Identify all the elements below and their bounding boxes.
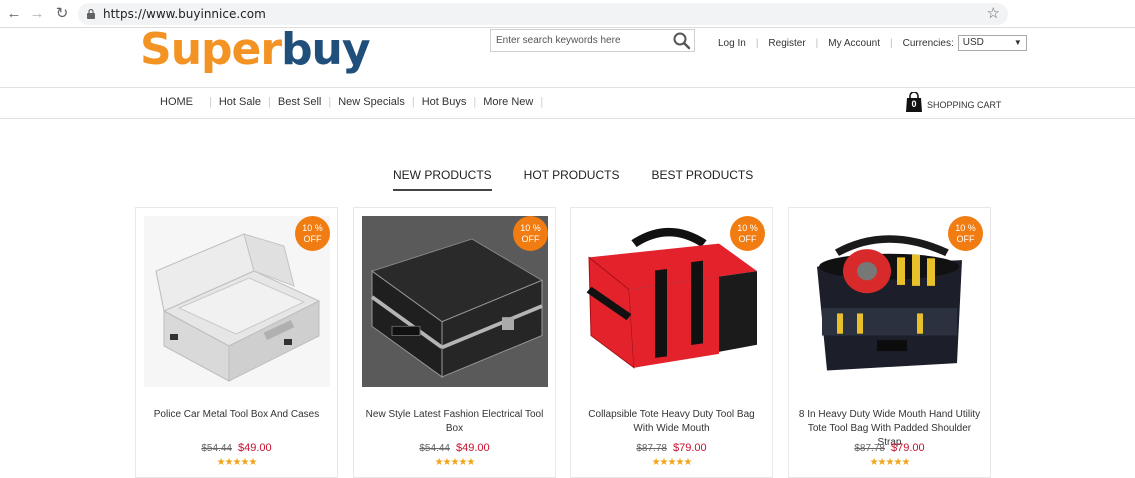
- dropdown-arrow-icon: ▼: [1013, 38, 1022, 47]
- divider: |: [209, 96, 212, 108]
- address-bar[interactable]: https://www.buyinnice.com ☆: [78, 3, 1008, 25]
- register-link[interactable]: Register: [768, 38, 805, 49]
- rating-stars: ★★★★★: [434, 457, 476, 468]
- nav-item-more-new[interactable]: More New: [483, 96, 533, 108]
- url-text: https://www.buyinnice.com: [103, 7, 266, 21]
- sale-price: $49.00: [455, 442, 490, 454]
- badge-off: OFF: [738, 234, 757, 244]
- currency-value: USD: [962, 37, 984, 48]
- forward-arrow-icon[interactable]: →: [27, 4, 47, 24]
- price-row: $87.78 $79.00: [571, 442, 772, 454]
- logo-text-super: Super: [140, 24, 282, 75]
- currency-select[interactable]: USD ▼: [957, 35, 1027, 51]
- search-input[interactable]: [491, 30, 666, 51]
- badge-percent: 10 %: [302, 223, 323, 233]
- divider: |: [540, 96, 544, 108]
- nav-item-best-sell[interactable]: Best Sell: [278, 96, 321, 108]
- product-card: 10 % OFF New Style Latest Fashion Electr…: [353, 207, 556, 478]
- product-card: 10 % OFF Collapsible Tote Heavy Duty Too…: [570, 207, 773, 478]
- reload-icon[interactable]: ↻: [52, 4, 72, 24]
- discount-badge: 10 % OFF: [730, 216, 765, 251]
- badge-off: OFF: [521, 234, 540, 244]
- main-navigation: HOME | Hot Sale | Best Sell | New Specia…: [0, 87, 1135, 119]
- divider: |: [755, 37, 759, 49]
- divider: |: [328, 96, 332, 108]
- search-icon[interactable]: [672, 31, 692, 51]
- tab-new-products[interactable]: NEW PRODUCTS: [393, 168, 492, 191]
- nav-item-home[interactable]: HOME: [160, 96, 193, 108]
- nav-item-hot-sale[interactable]: Hot Sale: [219, 96, 261, 108]
- old-price: $87.78: [854, 443, 885, 454]
- rating-stars: ★★★★★: [869, 457, 911, 468]
- cart-label: SHOPPING CART: [927, 100, 1002, 110]
- back-arrow-icon[interactable]: ←: [4, 4, 24, 24]
- logo-text-buy: buy: [281, 24, 371, 75]
- divider: |: [889, 37, 893, 49]
- rating-stars: ★★★★★: [216, 457, 258, 468]
- product-name[interactable]: New Style Latest Fashion Electrical Tool…: [362, 408, 547, 436]
- cart-count: 0: [911, 99, 917, 109]
- shopping-cart-link[interactable]: 0 SHOPPING CART: [906, 91, 1002, 112]
- badge-percent: 10 %: [520, 223, 541, 233]
- discount-badge: 10 % OFF: [948, 216, 983, 251]
- login-link[interactable]: Log In: [718, 38, 746, 49]
- account-links: Log In | Register | My Account | Currenc…: [718, 35, 1027, 51]
- site-logo[interactable]: Superbuy: [140, 24, 371, 75]
- product-card: 10 % OFF Police Car Metal Tool Box And C…: [135, 207, 338, 478]
- my-account-link[interactable]: My Account: [828, 38, 880, 49]
- badge-percent: 10 %: [955, 223, 976, 233]
- sale-price: $79.00: [890, 442, 925, 454]
- old-price: $54.44: [201, 443, 232, 454]
- shopping-bag-icon: 0: [906, 91, 922, 112]
- divider: |: [815, 37, 819, 49]
- badge-percent: 10 %: [737, 223, 758, 233]
- tab-best-products[interactable]: BEST PRODUCTS: [651, 168, 753, 191]
- currencies-label: Currencies:: [902, 37, 954, 49]
- bookmark-star-icon[interactable]: ☆: [987, 4, 1000, 22]
- price-row: $54.44 $49.00: [136, 442, 337, 454]
- discount-badge: 10 % OFF: [295, 216, 330, 251]
- lock-icon: [87, 9, 95, 19]
- price-row: $54.44 $49.00: [354, 442, 555, 454]
- sale-price: $79.00: [672, 442, 707, 454]
- nav-item-hot-buys[interactable]: Hot Buys: [422, 96, 467, 108]
- rating-stars: ★★★★★: [651, 457, 693, 468]
- search-box: [490, 29, 695, 52]
- old-price: $54.44: [419, 443, 450, 454]
- divider: |: [473, 96, 477, 108]
- nav-menu: HOME | Hot Sale | Best Sell | New Specia…: [160, 96, 550, 108]
- tab-hot-products[interactable]: HOT PRODUCTS: [524, 168, 620, 191]
- product-card: 10 % OFF 8 In Heavy Duty Wide Mouth Hand…: [788, 207, 991, 478]
- badge-off: OFF: [956, 234, 975, 244]
- divider: |: [411, 96, 415, 108]
- old-price: $87.78: [636, 443, 667, 454]
- price-row: $87.78 $79.00: [789, 442, 990, 454]
- product-tabs: NEW PRODUCTS HOT PRODUCTS BEST PRODUCTS: [393, 168, 753, 191]
- divider: |: [268, 96, 271, 108]
- sale-price: $49.00: [237, 442, 272, 454]
- badge-off: OFF: [303, 234, 322, 244]
- nav-item-new-specials[interactable]: New Specials: [338, 96, 405, 108]
- product-name[interactable]: Police Car Metal Tool Box And Cases: [144, 408, 329, 422]
- product-name[interactable]: Collapsible Tote Heavy Duty Tool Bag Wit…: [579, 408, 764, 436]
- discount-badge: 10 % OFF: [513, 216, 548, 251]
